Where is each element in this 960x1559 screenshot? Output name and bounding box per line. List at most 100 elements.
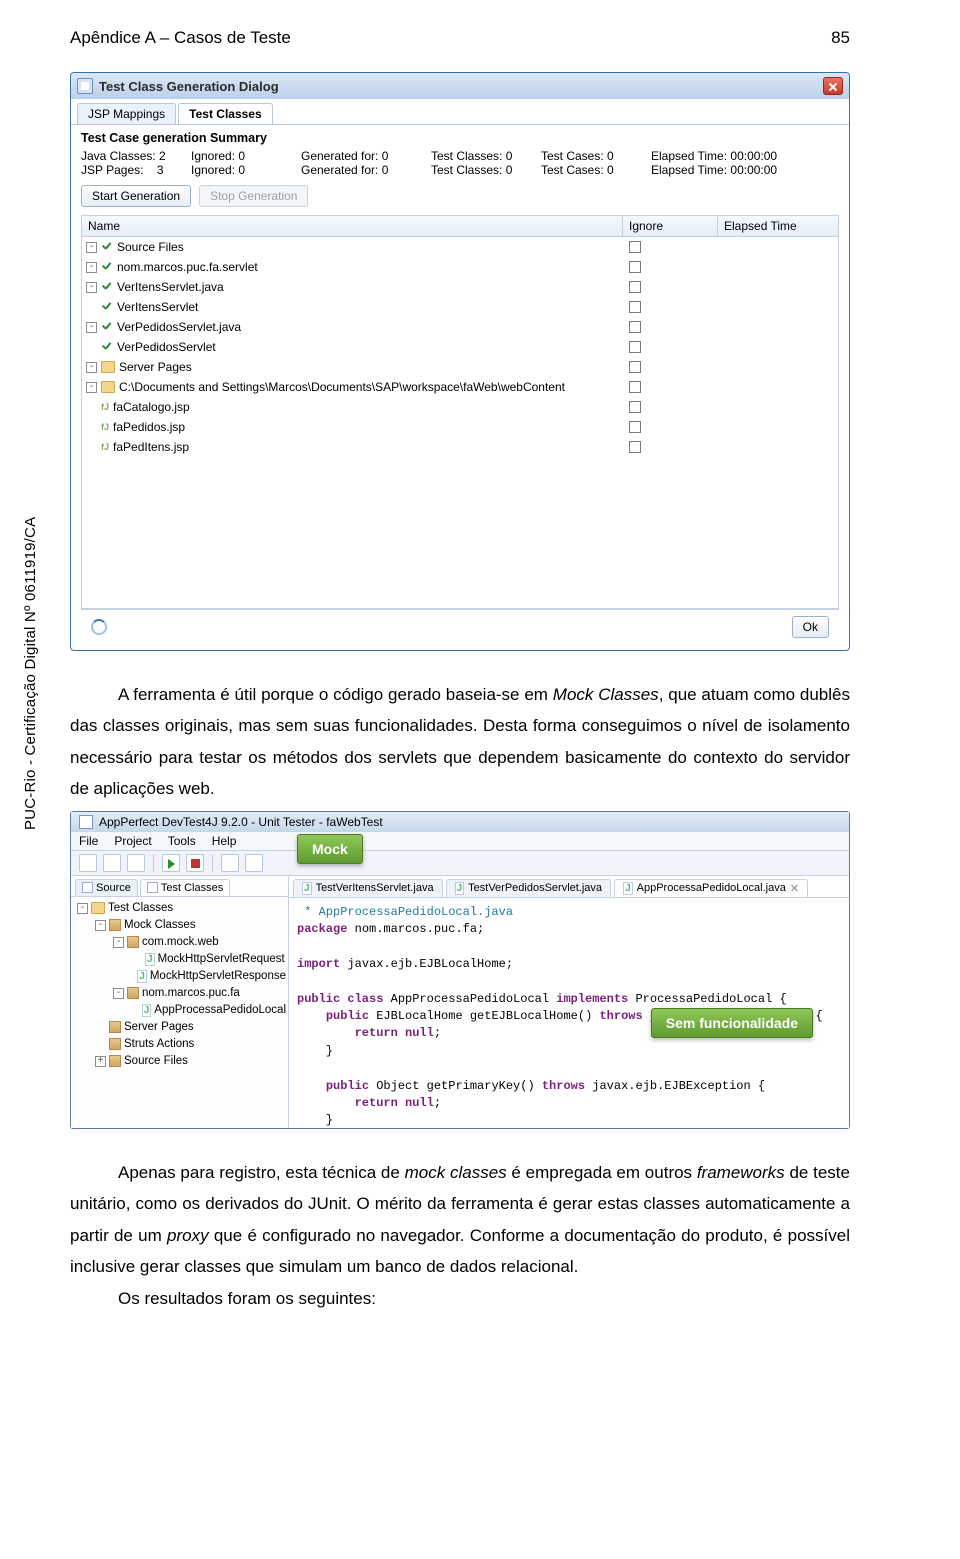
side-tree-row[interactable]: JMockHttpServletResponse: [73, 968, 286, 985]
tree-row[interactable]: - Server Pages: [82, 357, 838, 377]
ide-titlebar[interactable]: AppPerfect DevTest4J 9.2.0 - Unit Tester…: [71, 812, 849, 832]
stat-label: Elapsed Time:: [651, 163, 727, 177]
ide-menu: File Project Tools Help: [71, 832, 849, 851]
summary-title: Test Case generation Summary: [81, 131, 839, 145]
ignore-checkbox[interactable]: [629, 301, 641, 313]
tree-toggle-icon[interactable]: -: [113, 988, 124, 999]
tree-label: VerItensServlet.java: [117, 280, 224, 294]
file-tree[interactable]: -Source Files-nom.marcos.puc.fa.servlet-…: [81, 237, 839, 609]
menu-file[interactable]: File: [79, 834, 98, 848]
sidetab-source[interactable]: Source: [75, 879, 138, 896]
test-icon: [147, 882, 158, 893]
ignore-checkbox[interactable]: [629, 321, 641, 333]
side-tree-row[interactable]: Server Pages: [73, 1019, 286, 1036]
tree-row[interactable]: -nom.marcos.puc.fa.servlet: [82, 257, 838, 277]
ignore-checkbox[interactable]: [629, 261, 641, 273]
sidetab-label: Test Classes: [161, 882, 223, 894]
side-tree-row[interactable]: -Test Classes: [73, 900, 286, 917]
ignore-checkbox[interactable]: [629, 421, 641, 433]
java-icon: J: [623, 882, 633, 895]
tree-toggle-icon[interactable]: -: [95, 920, 106, 931]
tree-toggle-icon[interactable]: -: [86, 262, 97, 273]
editor-tab-active[interactable]: JAppProcessaPedidoLocal.java✕: [614, 879, 808, 897]
tree-toggle-icon[interactable]: -: [86, 382, 97, 393]
side-tree-row[interactable]: Struts Actions: [73, 1036, 286, 1053]
side-tree[interactable]: -Test Classes-Mock Classes-com.mock.webJ…: [71, 896, 288, 1073]
ignore-checkbox[interactable]: [629, 361, 641, 373]
package-icon: [109, 1021, 121, 1033]
ignore-checkbox[interactable]: [629, 401, 641, 413]
tree-label: MockHttpServletResponse: [150, 970, 286, 982]
ignore-checkbox[interactable]: [629, 341, 641, 353]
tree-toggle-icon[interactable]: -: [86, 322, 97, 333]
tree-row[interactable]: fJfaCatalogo.jsp: [82, 397, 838, 417]
side-tree-row[interactable]: -nom.marcos.puc.fa: [73, 985, 286, 1002]
tree-row[interactable]: -Source Files: [82, 237, 838, 257]
editor-tab[interactable]: JTestVerItensServlet.java: [293, 879, 443, 897]
tree-row[interactable]: fJfaPedidos.jsp: [82, 417, 838, 437]
side-tree-row[interactable]: JMockHttpServletRequest: [73, 951, 286, 968]
dialog-titlebar[interactable]: Test Class Generation Dialog: [71, 73, 849, 99]
tree-label: C:\Documents and Settings\Marcos\Documen…: [119, 380, 565, 394]
code-line: nom.marcos.puc.fa;: [355, 922, 485, 936]
run-icon[interactable]: [162, 854, 180, 872]
tree-toggle-icon[interactable]: -: [113, 937, 124, 948]
tab-label: TestVerItensServlet.java: [316, 882, 434, 894]
tree-row[interactable]: -VerPedidosServlet.java: [82, 317, 838, 337]
paragraph-1: A ferramenta é útil porque o código gera…: [70, 679, 850, 805]
stat-value: 00:00:00: [730, 149, 777, 163]
callout-sem-funcionalidade: Sem funcionalidade: [651, 1008, 813, 1038]
package-icon: [127, 987, 139, 999]
stop-icon[interactable]: [186, 854, 204, 872]
tab-jsp-mappings[interactable]: JSP Mappings: [77, 103, 176, 124]
start-generation-button[interactable]: Start Generation: [81, 185, 191, 207]
tree-row[interactable]: - VerItensServlet.java: [82, 277, 838, 297]
ide-icon: [79, 815, 93, 829]
save-icon[interactable]: [127, 854, 145, 872]
stop-generation-button[interactable]: Stop Generation: [199, 185, 308, 207]
editor-tab[interactable]: JTestVerPedidosServlet.java: [446, 879, 611, 897]
tree-toggle-icon[interactable]: -: [86, 362, 97, 373]
tree-label: Mock Classes: [124, 919, 196, 931]
tree-toggle-icon[interactable]: -: [86, 242, 97, 253]
col-name: Name: [82, 216, 623, 236]
tree-label: Server Pages: [124, 1021, 194, 1033]
check-icon: [101, 301, 113, 313]
tree-row[interactable]: - C:\Documents and Settings\Marcos\Docume…: [82, 377, 838, 397]
stat-value: 0: [506, 163, 513, 177]
dialog-title: Test Class Generation Dialog: [99, 79, 279, 94]
open-icon[interactable]: [103, 854, 121, 872]
folder-icon: [91, 902, 105, 914]
new-icon[interactable]: [79, 854, 97, 872]
side-tree-row[interactable]: JAppProcessaPedidoLocal: [73, 1002, 286, 1019]
close-icon[interactable]: [823, 77, 843, 95]
side-tree-row[interactable]: -com.mock.web: [73, 934, 286, 951]
tree-row[interactable]: VerPedidosServlet: [82, 337, 838, 357]
stat-label: Java Classes:: [81, 149, 156, 163]
tree-toggle-icon[interactable]: -: [77, 903, 88, 914]
tool-icon[interactable]: [221, 854, 239, 872]
tool-icon[interactable]: [245, 854, 263, 872]
menu-tools[interactable]: Tools: [168, 834, 196, 848]
tree-toggle-icon[interactable]: +: [95, 1056, 106, 1067]
side-tree-row[interactable]: +Source Files: [73, 1053, 286, 1070]
folder-icon: [101, 361, 115, 373]
tree-label: Server Pages: [119, 360, 192, 374]
close-tab-icon[interactable]: ✕: [790, 882, 799, 895]
ignore-checkbox[interactable]: [629, 241, 641, 253]
sidetab-test-classes[interactable]: Test Classes: [140, 879, 230, 896]
page-number: 85: [831, 28, 850, 48]
ignore-checkbox[interactable]: [629, 281, 641, 293]
ide-title: AppPerfect DevTest4J 9.2.0 - Unit Tester…: [99, 815, 383, 829]
ignore-checkbox[interactable]: [629, 441, 641, 453]
menu-project[interactable]: Project: [114, 834, 151, 848]
tree-toggle-icon[interactable]: -: [86, 282, 97, 293]
tree-row[interactable]: fJfaPedItens.jsp: [82, 437, 838, 457]
menu-help[interactable]: Help: [212, 834, 237, 848]
side-tree-row[interactable]: - Mock Classes: [73, 917, 286, 934]
separator: [212, 854, 213, 872]
ignore-checkbox[interactable]: [629, 381, 641, 393]
ok-button[interactable]: Ok: [792, 616, 829, 638]
tab-test-classes[interactable]: Test Classes: [178, 103, 273, 124]
tree-row[interactable]: VerItensServlet: [82, 297, 838, 317]
